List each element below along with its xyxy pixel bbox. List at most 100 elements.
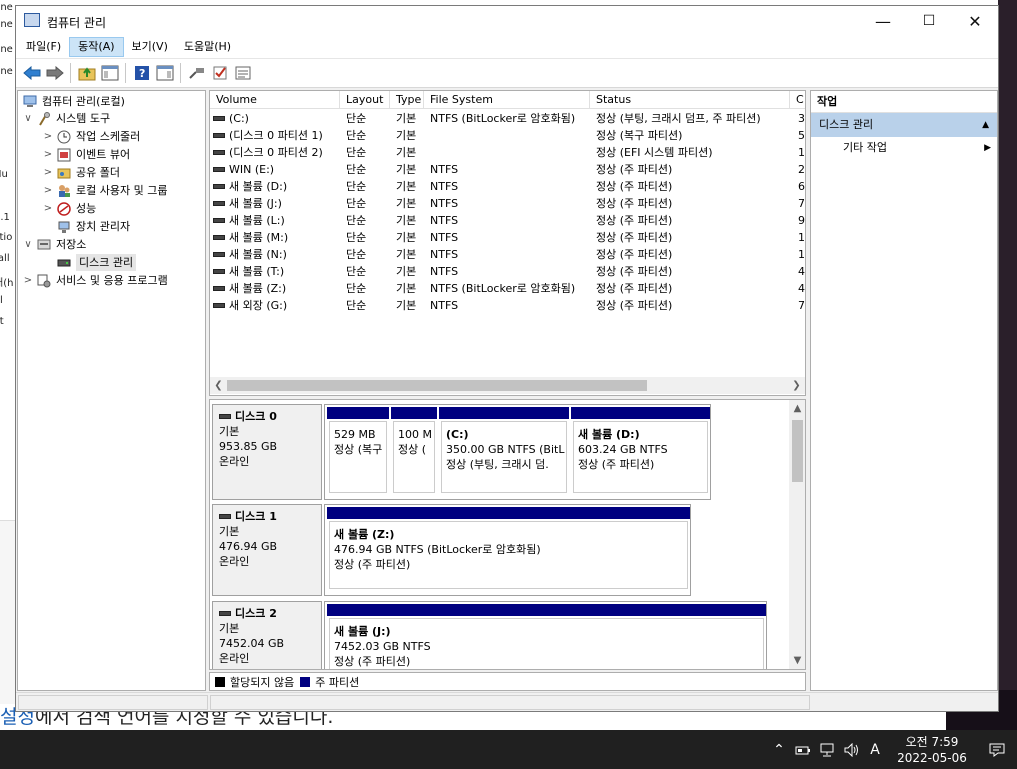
tree-item-device-manager[interactable]: 장치 관리자 [54, 218, 130, 235]
disk-name-row: 디스크 1 [219, 509, 321, 524]
volume-row[interactable]: (디스크 0 파티션 1) 단순 기본 정상 (복구 파티션) 5 [210, 127, 805, 144]
tree-item-local-users-groups[interactable]: > 로컬 사용자 및 그룹 [42, 182, 168, 199]
volume-row[interactable]: (디스크 0 파티션 2) 단순 기본 정상 (EFI 시스템 파티션) 1 [210, 144, 805, 161]
clock[interactable]: 오전 7:59 2022-05-06 [887, 734, 977, 766]
volume-cell-text: 정상 (주 파티션) [596, 282, 673, 295]
volume-cell-text: 단순 [346, 180, 367, 193]
volume-row[interactable]: 새 볼륨 (Z:) 단순 기본 NTFS (BitLocker로 암호화됨) 정상 (주… [210, 280, 805, 297]
menu-view[interactable]: 보기(V) [124, 37, 176, 57]
tree-item-system-tools[interactable]: ∨ 시스템 도구 [22, 110, 110, 127]
tree-item-task-scheduler[interactable]: > 작업 스케줄러 [42, 128, 140, 145]
forward-arrow-icon[interactable] [43, 62, 66, 84]
volume-cell-text: 기본 [396, 214, 417, 227]
volume-row[interactable]: WIN (E:) 단순 기본 NTFS 정상 (주 파티션) 2 [210, 161, 805, 178]
maximize-button[interactable]: ☐ [906, 6, 952, 36]
scroll-right-icon[interactable]: ❯ [788, 377, 805, 394]
input-method-indicator[interactable]: A [863, 730, 887, 769]
connect-icon[interactable] [185, 62, 208, 84]
volume-cell-status: 정상 (복구 파티션) [596, 127, 790, 144]
bg-fragment: kt [0, 316, 4, 327]
tree-item-storage[interactable]: ∨ 저장소 [22, 236, 86, 253]
column-header-volume[interactable]: Volume [210, 91, 340, 109]
disk-label[interactable]: 디스크 0 기본 953.85 GB 온라인 [212, 404, 322, 500]
expand-chevron-icon[interactable]: > [42, 146, 54, 163]
menu-help[interactable]: 도움말(H) [176, 37, 239, 57]
tree-item-computer-management[interactable]: 컴퓨터 관리(로컬) [20, 93, 125, 110]
tree-item-event-viewer[interactable]: > 이벤트 뷰어 [42, 146, 130, 163]
volume-cell-fs: NTFS (BitLocker로 암호화됨) [430, 110, 590, 127]
notification-icon[interactable] [977, 730, 1017, 769]
status-segment [210, 695, 810, 710]
close-button[interactable]: ✕ [952, 6, 998, 36]
bg-fragment: 3.1 [0, 212, 10, 223]
check-icon[interactable] [208, 62, 231, 84]
partition-block[interactable]: 529 MB 정상 (복구 [327, 407, 389, 495]
expand-chevron-icon[interactable]: > [42, 182, 54, 199]
volume-cell-fs: NTFS [430, 178, 590, 195]
partition-block[interactable]: 새 볼륨 (Z:) 476.94 GB NTFS (BitLocker로 암호화됨… [327, 507, 690, 591]
partition-block[interactable]: (C:) 350.00 GB NTFS (BitL 정상 (부팅, 크래시 덤. [439, 407, 569, 495]
menu-action[interactable]: 동작(A) [69, 37, 124, 57]
volume-row[interactable]: (C:) 단순 기본 NTFS (BitLocker로 암호화됨) 정상 (부팅, 크래… [210, 110, 805, 127]
column-header-type[interactable]: Type [390, 91, 424, 109]
properties-icon[interactable] [231, 62, 254, 84]
expand-chevron-icon[interactable]: > [42, 164, 54, 181]
disk-state: 온라인 [219, 652, 250, 665]
volume-row[interactable]: 새 볼륨 (J:) 단순 기본 NTFS 정상 (주 파티션) 7 [210, 195, 805, 212]
disk-label[interactable]: 디스크 1 기본 476.94 GB 온라인 [212, 504, 322, 596]
network-icon[interactable] [815, 730, 839, 769]
battery-icon[interactable] [791, 730, 815, 769]
disk-label[interactable]: 디스크 2 기본 7452.04 GB 온라인 [212, 601, 322, 669]
column-header-status[interactable]: Status [590, 91, 790, 109]
chevron-up-icon[interactable]: ⌃ [767, 730, 791, 769]
expand-chevron-icon[interactable]: > [22, 272, 34, 289]
tree-item-disk-management[interactable]: 디스크 관리 [54, 254, 137, 271]
column-header-file-system[interactable]: File System [424, 91, 590, 109]
expand-chevron-icon[interactable]: > [42, 200, 54, 217]
collapse-chevron-icon[interactable]: ∨ [22, 110, 34, 127]
horizontal-scrollbar[interactable]: ❮ ❯ [210, 377, 805, 394]
volume-row[interactable]: 새 볼륨 (D:) 단순 기본 NTFS 정상 (주 파티션) 6 [210, 178, 805, 195]
up-folder-icon[interactable] [75, 62, 98, 84]
scroll-down-icon[interactable]: ▼ [789, 652, 805, 669]
volume-cell-text: 단순 [346, 129, 367, 142]
partition-details: 100 M 정상 ( [393, 421, 435, 493]
scroll-left-icon[interactable]: ❮ [210, 377, 227, 394]
partition-block[interactable]: 새 볼륨 (D:) 603.24 GB NTFS 정상 (주 파티션) [571, 407, 710, 495]
collapse-up-icon[interactable]: ▲ [982, 113, 989, 137]
volume-row[interactable]: 새 볼륨 (N:) 단순 기본 NTFS 정상 (주 파티션) 1 [210, 246, 805, 263]
collapse-chevron-icon[interactable]: ∨ [22, 236, 34, 253]
volume-icon[interactable] [839, 730, 863, 769]
help-icon[interactable]: ? [130, 62, 153, 84]
volume-cell-text: 정상 (EFI 시스템 파티션) [596, 146, 713, 159]
volume-cell-text: 새 볼륨 (J:) [229, 197, 282, 210]
action-more-actions[interactable]: 기타 작업 ▶ [811, 137, 997, 159]
volume-row[interactable]: 새 볼륨 (L:) 단순 기본 NTFS 정상 (주 파티션) 9 [210, 212, 805, 229]
partition-block[interactable]: 새 볼륨 (J:) 7452.03 GB NTFS 정상 (주 파티션) [327, 604, 766, 669]
bg-fragment: Nu [0, 169, 8, 180]
title-bar[interactable]: 컴퓨터 관리 — ☐ ✕ [16, 6, 998, 36]
back-arrow-icon[interactable] [20, 62, 43, 84]
scroll-thumb[interactable] [792, 420, 803, 482]
expand-chevron-icon[interactable]: > [42, 128, 54, 145]
services-icon [36, 274, 52, 288]
menu-file[interactable]: 파일(F) [18, 37, 69, 57]
tree-item-shared-folders[interactable]: > 공유 폴더 [42, 164, 120, 181]
vertical-scrollbar[interactable]: ▲ ▼ [789, 400, 805, 669]
volume-row[interactable]: 새 외장 (G:) 단순 기본 NTFS 정상 (주 파티션) 7 [210, 297, 805, 314]
volume-cell-layout: 단순 [346, 212, 390, 229]
column-header-layout[interactable]: Layout [340, 91, 390, 109]
volume-row[interactable]: 새 볼륨 (T:) 단순 기본 NTFS 정상 (주 파티션) 4 [210, 263, 805, 280]
show-hide-tree-icon[interactable] [98, 62, 121, 84]
tree-item-services-applications[interactable]: > 서비스 및 응용 프로그램 [22, 272, 168, 289]
tree-item-performance[interactable]: > 성능 [42, 200, 96, 217]
minimize-button[interactable]: — [860, 6, 906, 36]
actions-section-disk-management[interactable]: 디스크 관리 ▲ [811, 113, 997, 137]
scroll-thumb[interactable] [227, 380, 647, 391]
computer-management-icon [24, 13, 40, 27]
column-header-capacity[interactable]: C [790, 91, 805, 109]
show-hide-action-pane-icon[interactable] [153, 62, 176, 84]
scroll-up-icon[interactable]: ▲ [789, 400, 805, 417]
partition-block[interactable]: 100 M 정상 ( [391, 407, 437, 495]
volume-row[interactable]: 새 볼륨 (M:) 단순 기본 NTFS 정상 (주 파티션) 1 [210, 229, 805, 246]
